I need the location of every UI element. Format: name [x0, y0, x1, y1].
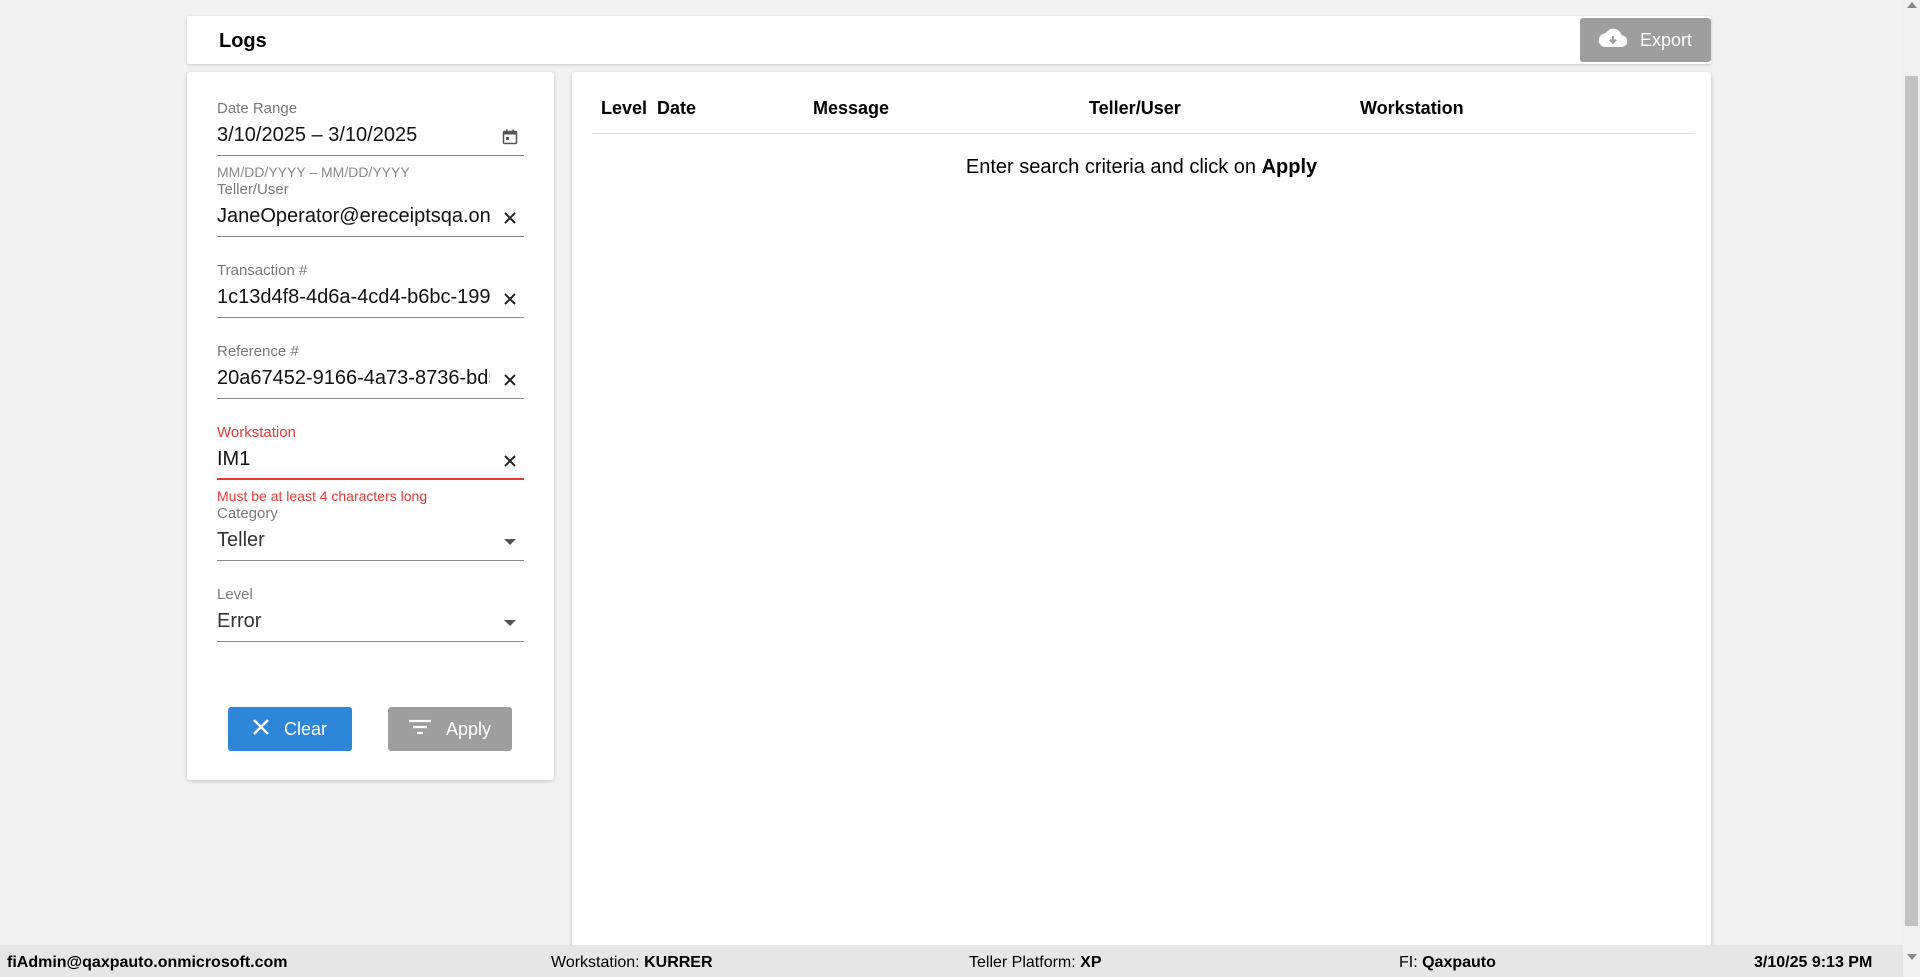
- status-user: fiAdmin@qaxpauto.onmicrosoft.com: [7, 954, 288, 972]
- status-platform: Teller Platform: XP: [969, 954, 1101, 972]
- status-platform-value: XP: [1080, 954, 1102, 971]
- empty-state-text: Enter search criteria and click on: [965, 156, 1262, 178]
- column-header-message[interactable]: Message: [813, 98, 889, 119]
- workstation-label: Workstation: [217, 424, 296, 441]
- clear-transaction-icon[interactable]: [500, 289, 520, 309]
- date-range-value: 3/10/2025 – 3/10/2025: [217, 124, 418, 146]
- date-range-label: Date Range: [217, 100, 298, 117]
- status-datetime-value: 3/10/25 9:13 PM: [1754, 954, 1873, 971]
- page-header: Logs Export: [187, 16, 1711, 64]
- column-header-level[interactable]: Level: [601, 98, 647, 119]
- scroll-down-arrow-icon[interactable]: [1907, 954, 1917, 960]
- export-button[interactable]: Export: [1580, 18, 1711, 62]
- close-icon: [252, 718, 270, 741]
- level-field: Level Error: [217, 586, 524, 642]
- status-fi: FI: Qaxpauto: [1399, 954, 1496, 972]
- teller-user-label: Teller/User: [217, 181, 289, 198]
- reference-field: Reference # 20a67452-9166-4a73-8736-bd5: [217, 343, 524, 399]
- clear-button[interactable]: Clear: [228, 707, 352, 751]
- transaction-label: Transaction #: [217, 262, 308, 279]
- status-platform-label: Teller Platform:: [969, 954, 1081, 971]
- date-range-hint: MM/DD/YYYY – MM/DD/YYYY: [217, 164, 410, 180]
- chevron-down-icon: [500, 532, 520, 552]
- transaction-value: 1c13d4f8-4d6a-4cd4-b6bc-1993: [217, 286, 490, 308]
- apply-button[interactable]: Apply: [388, 707, 512, 751]
- category-label: Category: [217, 505, 278, 522]
- page-title: Logs: [219, 30, 267, 52]
- clear-workstation-icon[interactable]: [500, 451, 520, 471]
- date-range-field: Date Range 3/10/2025 – 3/10/2025 MM/DD/Y…: [217, 100, 524, 180]
- date-range-input[interactable]: 3/10/2025 – 3/10/2025: [217, 118, 524, 156]
- empty-state-apply: Apply: [1261, 156, 1318, 178]
- status-bar: fiAdmin@qaxpauto.onmicrosoft.com Worksta…: [0, 945, 1903, 977]
- category-field: Category Teller: [217, 505, 524, 561]
- status-fi-label: FI:: [1399, 954, 1423, 971]
- clear-label: Clear: [284, 718, 328, 739]
- scroll-up-arrow-icon[interactable]: [1907, 2, 1917, 8]
- filter-panel: Date Range 3/10/2025 – 3/10/2025 MM/DD/Y…: [187, 72, 554, 780]
- apply-label: Apply: [446, 718, 492, 739]
- status-fi-value: Qaxpauto: [1422, 954, 1496, 971]
- column-header-teller-user[interactable]: Teller/User: [1089, 98, 1181, 119]
- teller-user-field: Teller/User JaneOperator@ereceiptsqa.onm…: [217, 181, 524, 237]
- export-label: Export: [1640, 29, 1693, 50]
- status-workstation-value: KURRER: [644, 954, 713, 971]
- reference-input[interactable]: 20a67452-9166-4a73-8736-bd5: [217, 361, 524, 399]
- workstation-field: Workstation IM1 Must be at least 4 chara…: [217, 424, 524, 504]
- teller-user-input[interactable]: JaneOperator@ereceiptsqa.onmicrosoft.com: [217, 199, 524, 237]
- cloud-download-icon: [1598, 27, 1628, 54]
- status-workstation: Workstation: KURRER: [551, 954, 713, 972]
- status-workstation-label: Workstation:: [551, 954, 645, 971]
- calendar-icon[interactable]: [500, 127, 520, 147]
- category-value: Teller: [217, 529, 265, 551]
- status-user-value: fiAdmin@qaxpauto.onmicrosoft.com: [7, 954, 288, 971]
- clear-reference-icon[interactable]: [500, 370, 520, 390]
- level-select[interactable]: Error: [217, 604, 524, 642]
- empty-state-message: Enter search criteria and click on Apply: [572, 156, 1711, 179]
- workstation-error: Must be at least 4 characters long: [217, 488, 428, 504]
- level-label: Level: [217, 586, 253, 603]
- transaction-input[interactable]: 1c13d4f8-4d6a-4cd4-b6bc-1993: [217, 280, 524, 318]
- status-datetime: 3/10/25 9:13 PM: [1754, 954, 1872, 972]
- category-select[interactable]: Teller: [217, 523, 524, 561]
- column-header-workstation[interactable]: Workstation: [1360, 98, 1464, 119]
- chevron-down-icon: [500, 613, 520, 633]
- clear-teller-user-icon[interactable]: [500, 208, 520, 228]
- page-scrollbar[interactable]: [1903, 0, 1920, 960]
- transaction-field: Transaction # 1c13d4f8-4d6a-4cd4-b6bc-19…: [217, 262, 524, 318]
- teller-user-value: JaneOperator@ereceiptsqa.onmicrosoft.com: [217, 205, 490, 227]
- header-divider: [592, 133, 1693, 134]
- scroll-thumb[interactable]: [1905, 76, 1918, 926]
- filter-icon: [408, 718, 432, 741]
- reference-label: Reference #: [217, 343, 299, 360]
- column-header-date[interactable]: Date: [657, 98, 696, 119]
- workstation-input[interactable]: IM1: [217, 442, 524, 480]
- results-panel: Level Date Message Teller/User Workstati…: [572, 72, 1711, 948]
- level-value: Error: [217, 610, 262, 632]
- reference-value: 20a67452-9166-4a73-8736-bd5: [217, 367, 490, 389]
- workstation-value: IM1: [217, 448, 251, 470]
